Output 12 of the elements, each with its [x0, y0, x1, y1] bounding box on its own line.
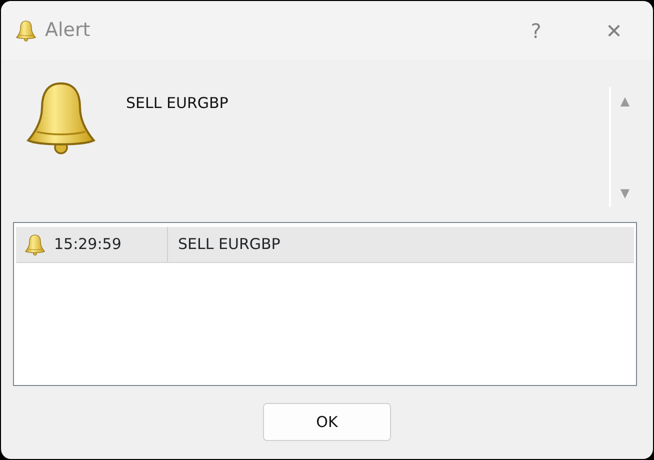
bell-icon: [24, 234, 46, 256]
alert-message: SELL EURGBP: [126, 93, 228, 114]
scroll-down-arrow[interactable]: ▼: [620, 187, 630, 199]
close-button[interactable]: ✕: [575, 10, 653, 50]
help-button[interactable]: ?: [497, 10, 575, 50]
ok-button[interactable]: OK: [263, 403, 391, 441]
window-title: Alert: [45, 18, 90, 44]
alert-text: SELL EURGBP: [177, 234, 280, 256]
alert-row[interactable]: 15:29:59 SELL EURGBP: [16, 227, 634, 263]
alert-time: 15:29:59: [54, 234, 122, 256]
scroll-up-arrow[interactable]: ▲: [620, 95, 630, 107]
bell-icon: [15, 20, 37, 42]
